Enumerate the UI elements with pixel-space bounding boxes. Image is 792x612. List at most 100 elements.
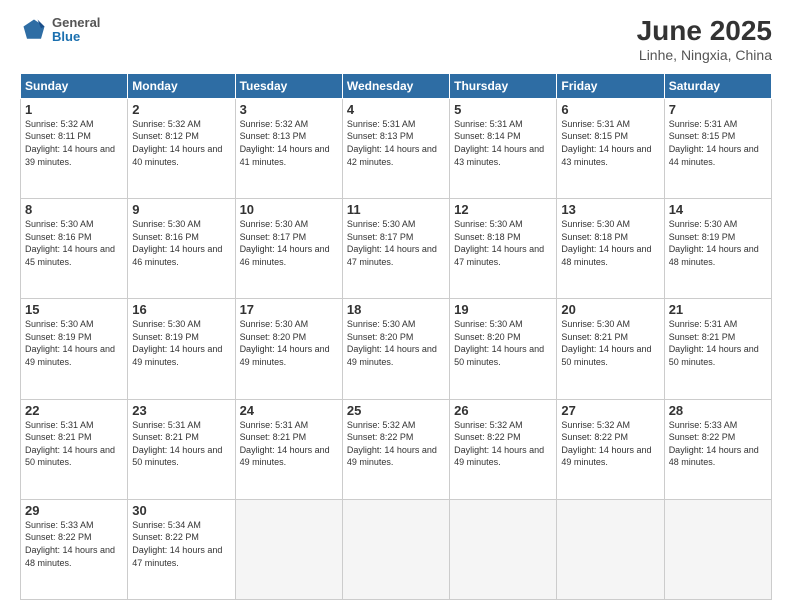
day-number: 17 xyxy=(240,302,338,317)
day-info: Sunrise: 5:32 AMSunset: 8:11 PMDaylight:… xyxy=(25,118,123,168)
page: General Blue June 2025 Linhe, Ningxia, C… xyxy=(0,0,792,612)
day-info: Sunrise: 5:31 AMSunset: 8:21 PMDaylight:… xyxy=(25,419,123,469)
logo-line1: General xyxy=(52,16,100,30)
day-info: Sunrise: 5:30 AMSunset: 8:20 PMDaylight:… xyxy=(347,318,445,368)
day-number: 25 xyxy=(347,403,445,418)
header: General Blue June 2025 Linhe, Ningxia, C… xyxy=(20,16,772,63)
col-header-sunday: Sunday xyxy=(21,73,128,98)
day-number: 26 xyxy=(454,403,552,418)
logo-icon xyxy=(20,16,48,44)
calendar-cell: 3Sunrise: 5:32 AMSunset: 8:13 PMDaylight… xyxy=(235,98,342,198)
calendar-title: June 2025 xyxy=(637,16,772,47)
day-number: 24 xyxy=(240,403,338,418)
calendar-cell: 30Sunrise: 5:34 AMSunset: 8:22 PMDayligh… xyxy=(128,499,235,599)
calendar-cell: 7Sunrise: 5:31 AMSunset: 8:15 PMDaylight… xyxy=(664,98,771,198)
logo-line2: Blue xyxy=(52,30,100,44)
day-number: 23 xyxy=(132,403,230,418)
day-number: 13 xyxy=(561,202,659,217)
day-number: 27 xyxy=(561,403,659,418)
day-number: 11 xyxy=(347,202,445,217)
day-number: 19 xyxy=(454,302,552,317)
day-number: 8 xyxy=(25,202,123,217)
day-info: Sunrise: 5:32 AMSunset: 8:22 PMDaylight:… xyxy=(347,419,445,469)
day-info: Sunrise: 5:30 AMSunset: 8:17 PMDaylight:… xyxy=(347,218,445,268)
day-info: Sunrise: 5:33 AMSunset: 8:22 PMDaylight:… xyxy=(25,519,123,569)
day-number: 6 xyxy=(561,102,659,117)
col-header-saturday: Saturday xyxy=(664,73,771,98)
day-info: Sunrise: 5:30 AMSunset: 8:17 PMDaylight:… xyxy=(240,218,338,268)
day-number: 15 xyxy=(25,302,123,317)
calendar-table: SundayMondayTuesdayWednesdayThursdayFrid… xyxy=(20,73,772,600)
calendar-cell: 21Sunrise: 5:31 AMSunset: 8:21 PMDayligh… xyxy=(664,299,771,399)
day-number: 29 xyxy=(25,503,123,518)
calendar-cell: 20Sunrise: 5:30 AMSunset: 8:21 PMDayligh… xyxy=(557,299,664,399)
day-info: Sunrise: 5:30 AMSunset: 8:19 PMDaylight:… xyxy=(669,218,767,268)
col-header-tuesday: Tuesday xyxy=(235,73,342,98)
calendar-cell: 19Sunrise: 5:30 AMSunset: 8:20 PMDayligh… xyxy=(450,299,557,399)
day-number: 12 xyxy=(454,202,552,217)
day-number: 14 xyxy=(669,202,767,217)
day-info: Sunrise: 5:30 AMSunset: 8:21 PMDaylight:… xyxy=(561,318,659,368)
day-info: Sunrise: 5:34 AMSunset: 8:22 PMDaylight:… xyxy=(132,519,230,569)
logo: General Blue xyxy=(20,16,100,45)
day-info: Sunrise: 5:30 AMSunset: 8:20 PMDaylight:… xyxy=(454,318,552,368)
day-number: 30 xyxy=(132,503,230,518)
calendar-cell: 17Sunrise: 5:30 AMSunset: 8:20 PMDayligh… xyxy=(235,299,342,399)
title-block: June 2025 Linhe, Ningxia, China xyxy=(637,16,772,63)
calendar-cell: 8Sunrise: 5:30 AMSunset: 8:16 PMDaylight… xyxy=(21,199,128,299)
day-info: Sunrise: 5:31 AMSunset: 8:21 PMDaylight:… xyxy=(240,419,338,469)
calendar-cell xyxy=(450,499,557,599)
day-info: Sunrise: 5:31 AMSunset: 8:15 PMDaylight:… xyxy=(669,118,767,168)
day-number: 21 xyxy=(669,302,767,317)
calendar-cell: 11Sunrise: 5:30 AMSunset: 8:17 PMDayligh… xyxy=(342,199,449,299)
calendar-cell xyxy=(235,499,342,599)
calendar-cell xyxy=(557,499,664,599)
day-info: Sunrise: 5:32 AMSunset: 8:13 PMDaylight:… xyxy=(240,118,338,168)
calendar-week-3: 15Sunrise: 5:30 AMSunset: 8:19 PMDayligh… xyxy=(21,299,772,399)
day-info: Sunrise: 5:31 AMSunset: 8:13 PMDaylight:… xyxy=(347,118,445,168)
day-info: Sunrise: 5:30 AMSunset: 8:16 PMDaylight:… xyxy=(132,218,230,268)
day-number: 5 xyxy=(454,102,552,117)
calendar-cell: 22Sunrise: 5:31 AMSunset: 8:21 PMDayligh… xyxy=(21,399,128,499)
col-header-wednesday: Wednesday xyxy=(342,73,449,98)
calendar-cell: 25Sunrise: 5:32 AMSunset: 8:22 PMDayligh… xyxy=(342,399,449,499)
calendar-cell: 26Sunrise: 5:32 AMSunset: 8:22 PMDayligh… xyxy=(450,399,557,499)
col-header-friday: Friday xyxy=(557,73,664,98)
day-info: Sunrise: 5:30 AMSunset: 8:19 PMDaylight:… xyxy=(132,318,230,368)
day-info: Sunrise: 5:31 AMSunset: 8:21 PMDaylight:… xyxy=(669,318,767,368)
calendar-cell: 15Sunrise: 5:30 AMSunset: 8:19 PMDayligh… xyxy=(21,299,128,399)
calendar-cell xyxy=(664,499,771,599)
calendar-week-1: 1Sunrise: 5:32 AMSunset: 8:11 PMDaylight… xyxy=(21,98,772,198)
day-number: 28 xyxy=(669,403,767,418)
day-info: Sunrise: 5:30 AMSunset: 8:20 PMDaylight:… xyxy=(240,318,338,368)
col-header-thursday: Thursday xyxy=(450,73,557,98)
calendar-cell: 18Sunrise: 5:30 AMSunset: 8:20 PMDayligh… xyxy=(342,299,449,399)
day-number: 10 xyxy=(240,202,338,217)
calendar-header-row: SundayMondayTuesdayWednesdayThursdayFrid… xyxy=(21,73,772,98)
calendar-cell: 5Sunrise: 5:31 AMSunset: 8:14 PMDaylight… xyxy=(450,98,557,198)
calendar-cell: 12Sunrise: 5:30 AMSunset: 8:18 PMDayligh… xyxy=(450,199,557,299)
calendar-cell: 24Sunrise: 5:31 AMSunset: 8:21 PMDayligh… xyxy=(235,399,342,499)
day-number: 1 xyxy=(25,102,123,117)
calendar-cell: 27Sunrise: 5:32 AMSunset: 8:22 PMDayligh… xyxy=(557,399,664,499)
day-number: 4 xyxy=(347,102,445,117)
day-info: Sunrise: 5:30 AMSunset: 8:18 PMDaylight:… xyxy=(454,218,552,268)
day-number: 16 xyxy=(132,302,230,317)
day-info: Sunrise: 5:30 AMSunset: 8:19 PMDaylight:… xyxy=(25,318,123,368)
day-info: Sunrise: 5:31 AMSunset: 8:15 PMDaylight:… xyxy=(561,118,659,168)
day-info: Sunrise: 5:31 AMSunset: 8:14 PMDaylight:… xyxy=(454,118,552,168)
calendar-cell: 2Sunrise: 5:32 AMSunset: 8:12 PMDaylight… xyxy=(128,98,235,198)
calendar-cell xyxy=(342,499,449,599)
day-number: 18 xyxy=(347,302,445,317)
day-info: Sunrise: 5:32 AMSunset: 8:22 PMDaylight:… xyxy=(561,419,659,469)
day-number: 2 xyxy=(132,102,230,117)
calendar-cell: 16Sunrise: 5:30 AMSunset: 8:19 PMDayligh… xyxy=(128,299,235,399)
calendar-cell: 13Sunrise: 5:30 AMSunset: 8:18 PMDayligh… xyxy=(557,199,664,299)
day-info: Sunrise: 5:32 AMSunset: 8:22 PMDaylight:… xyxy=(454,419,552,469)
calendar-cell: 28Sunrise: 5:33 AMSunset: 8:22 PMDayligh… xyxy=(664,399,771,499)
day-number: 3 xyxy=(240,102,338,117)
day-info: Sunrise: 5:33 AMSunset: 8:22 PMDaylight:… xyxy=(669,419,767,469)
calendar-cell: 4Sunrise: 5:31 AMSunset: 8:13 PMDaylight… xyxy=(342,98,449,198)
calendar-week-5: 29Sunrise: 5:33 AMSunset: 8:22 PMDayligh… xyxy=(21,499,772,599)
calendar-cell: 14Sunrise: 5:30 AMSunset: 8:19 PMDayligh… xyxy=(664,199,771,299)
